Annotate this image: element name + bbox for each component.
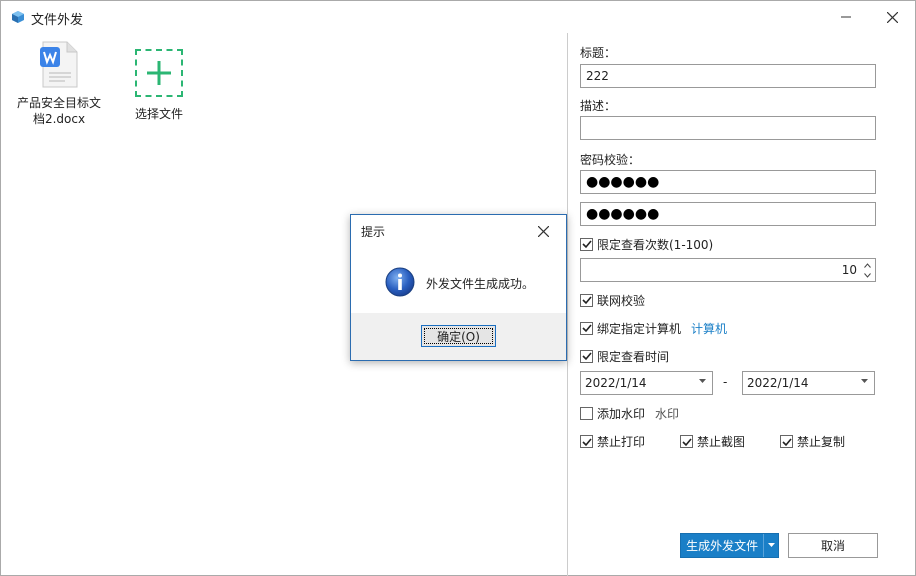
message-dialog: 提示 外发文件生成成功。 确定(O) (350, 214, 567, 361)
close-icon (886, 11, 898, 23)
online-check-checkbox[interactable] (580, 293, 593, 307)
online-check-label: 联网校验 (597, 293, 646, 308)
limit-views-checkbox[interactable] (580, 237, 593, 251)
limit-time-option[interactable]: 限定查看时间 (580, 348, 669, 364)
limit-views-option[interactable]: 限定查看次数(1-100) (580, 236, 713, 252)
info-icon (385, 267, 415, 297)
password-confirm-input[interactable]: ●●●●●● (580, 202, 876, 226)
no-screenshot-label: 禁止截图 (697, 435, 746, 449)
dialog-title: 提示 (361, 225, 386, 239)
dropdown-arrow-icon (861, 379, 868, 383)
title-bar: 文件外发 (1, 1, 915, 33)
check-icon (681, 437, 692, 446)
watermark-link[interactable]: 水印 (655, 405, 679, 422)
no-copy-label: 禁止复制 (797, 435, 846, 449)
add-file-button[interactable]: 选择文件 (121, 49, 197, 122)
dropdown-arrow-icon (699, 379, 706, 383)
main-window: 文件外发 产品安全目标文 档2.docx 选择文件 标题： 222 描述： 密码… (0, 0, 916, 576)
limit-time-checkbox[interactable] (580, 349, 593, 363)
panel-divider (567, 33, 568, 576)
check-icon (581, 437, 592, 446)
check-icon (581, 296, 592, 305)
password-label: 密码校验： (580, 153, 641, 167)
plus-icon (147, 61, 171, 85)
no-screenshot-checkbox[interactable] (680, 435, 693, 448)
check-icon (581, 324, 592, 333)
date-to-value: 2022/1/14 (747, 376, 809, 390)
date-from-value: 2022/1/14 (585, 376, 647, 390)
watermark-checkbox[interactable] (580, 406, 593, 420)
generate-button-label: 生成外发文件 (686, 539, 759, 553)
no-copy-option[interactable]: 禁止复制 (780, 433, 845, 450)
dialog-close-button[interactable] (533, 222, 553, 240)
stepper-down-button[interactable] (861, 270, 873, 280)
watermark-option[interactable]: 添加水印 水印 (580, 405, 679, 421)
check-icon (581, 240, 592, 249)
date-to-picker[interactable]: 2022/1/14 (742, 371, 875, 395)
ok-button[interactable]: 确定(O) (421, 325, 496, 347)
generate-button[interactable]: 生成外发文件 (680, 533, 779, 558)
check-icon (781, 437, 792, 446)
minimize-icon (841, 16, 851, 18)
minimize-button[interactable] (823, 1, 869, 33)
no-copy-checkbox[interactable] (780, 435, 793, 448)
bind-pc-checkbox[interactable] (580, 321, 593, 335)
no-screenshot-option[interactable]: 禁止截图 (680, 433, 745, 450)
chevron-down-icon (863, 272, 871, 278)
online-check-option[interactable]: 联网校验 (580, 292, 645, 308)
no-print-checkbox[interactable] (580, 435, 593, 448)
description-input[interactable] (580, 116, 876, 140)
close-button[interactable] (869, 1, 915, 33)
date-separator: - (723, 375, 728, 389)
generate-dropdown-button[interactable] (764, 543, 778, 548)
limit-time-label: 限定查看时间 (597, 349, 670, 364)
description-label: 描述： (580, 99, 617, 113)
cancel-button[interactable]: 取消 (788, 533, 878, 558)
close-icon (537, 225, 549, 237)
title-input[interactable]: 222 (580, 64, 876, 88)
computer-link[interactable]: 计算机 (691, 320, 727, 337)
chevron-up-icon (863, 262, 871, 268)
no-print-option[interactable]: 禁止打印 (580, 433, 645, 450)
no-print-label: 禁止打印 (597, 435, 646, 449)
limit-views-label: 限定查看次数(1-100) (597, 237, 714, 252)
stepper-up-button[interactable] (861, 260, 873, 270)
dialog-body: 外发文件生成成功。 (351, 247, 566, 313)
window-title: 文件外发 (31, 13, 84, 28)
dialog-message: 外发文件生成成功。 (426, 277, 535, 291)
bind-pc-label: 绑定指定计算机 (597, 321, 682, 336)
title-label: 标题： (580, 46, 617, 60)
dropdown-arrow-icon (767, 543, 775, 547)
app-cube-icon (12, 11, 24, 23)
add-file-label: 选择文件 (134, 107, 183, 121)
dialog-footer: 确定(O) (351, 313, 566, 360)
add-file-box[interactable] (135, 49, 183, 97)
watermark-label: 添加水印 (597, 406, 646, 421)
password-input[interactable]: ●●●●●● (580, 170, 876, 194)
wps-word-doc-icon (39, 41, 79, 89)
view-count-value[interactable]: 10 (842, 263, 857, 277)
date-from-picker[interactable]: 2022/1/14 (580, 371, 713, 395)
file-item[interactable]: 产品安全目标文 档2.docx (11, 41, 107, 127)
file-name: 产品安全目标文 档2.docx (16, 96, 101, 126)
check-icon (581, 352, 592, 361)
bind-pc-option[interactable]: 绑定指定计算机 计算机 (580, 320, 727, 336)
view-count-stepper[interactable]: 10 (580, 258, 876, 282)
